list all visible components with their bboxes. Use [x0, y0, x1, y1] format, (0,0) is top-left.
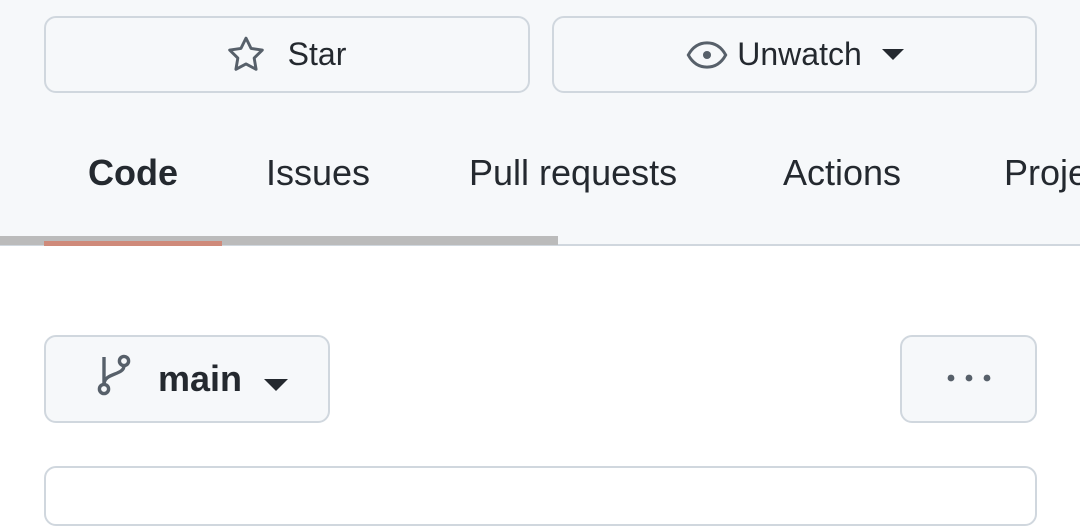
- tab-projects[interactable]: Projects: [1004, 152, 1080, 194]
- unwatch-label: Unwatch: [737, 36, 862, 72]
- repo-nav-tabs: Code Issues Pull requests Actions Projec…: [0, 130, 1080, 226]
- file-list-box: [44, 466, 1037, 526]
- active-tab-indicator: [44, 241, 222, 246]
- star-icon: [224, 33, 268, 77]
- star-label: Star: [287, 36, 347, 72]
- kebab-horizontal-icon: [946, 370, 992, 388]
- triangle-down-icon: [264, 358, 289, 400]
- tab-code[interactable]: Code: [88, 152, 178, 194]
- triangle-down-icon: [881, 48, 904, 61]
- tab-actions[interactable]: Actions: [783, 152, 901, 194]
- git-branch-icon: [94, 353, 134, 406]
- branch-name: main: [158, 358, 243, 399]
- tab-issues[interactable]: Issues: [266, 152, 370, 194]
- star-button[interactable]: Star: [44, 16, 530, 93]
- tab-pull-requests[interactable]: Pull requests: [469, 152, 677, 194]
- repo-header: Star Unwatch Code Issues Pull requests A…: [0, 0, 1080, 246]
- unwatch-button[interactable]: Unwatch: [552, 16, 1037, 93]
- more-options-button[interactable]: [900, 335, 1037, 423]
- eye-icon: [685, 33, 729, 77]
- branch-selector-button[interactable]: main: [44, 335, 330, 423]
